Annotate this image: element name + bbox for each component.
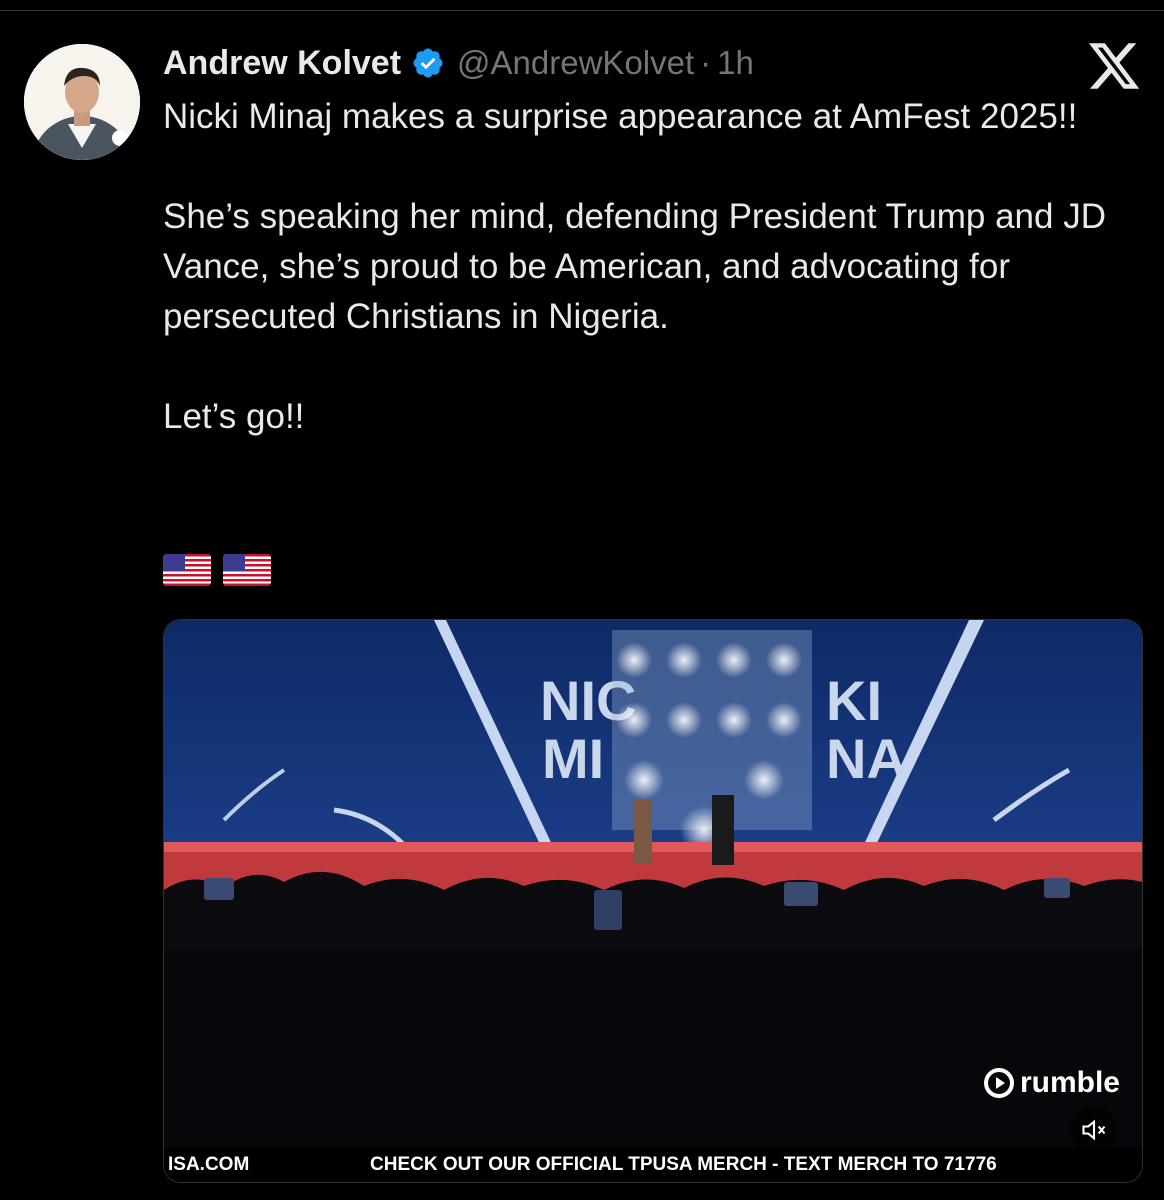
- video-player[interactable]: NIC MI KI NA rumble ISA.COM CHECK OUT OU…: [163, 619, 1143, 1183]
- us-flag-icon: [163, 554, 211, 586]
- us-flag-icon: [223, 554, 271, 586]
- ticker-main-text: CHECK OUT OUR OFFICIAL TPUSA MERCH - TEX…: [370, 1154, 997, 1175]
- x-logo-icon[interactable]: [1086, 38, 1142, 94]
- stage-text-right-2: NA: [826, 727, 907, 790]
- tweet-header: Andrew Kolvet @AndrewKolvet · 1h: [163, 42, 754, 84]
- avatar[interactable]: [24, 44, 140, 160]
- tweet-paragraph-3: Let’s go!!: [163, 397, 305, 436]
- divider: [0, 10, 1164, 11]
- verified-badge-icon: [413, 48, 443, 78]
- flag-emojis: [163, 554, 271, 586]
- ticker-left-text: ISA.COM: [168, 1154, 250, 1175]
- rumble-play-icon: [983, 1068, 1014, 1098]
- stage-text-right-1: KI: [826, 669, 882, 732]
- timestamp[interactable]: 1h: [717, 44, 754, 82]
- tweet-paragraph-1: Nicki Minaj makes a surprise appearance …: [163, 97, 1078, 136]
- tweet-text: Nicki Minaj makes a surprise appearance …: [163, 92, 1123, 442]
- video-ticker: ISA.COM CHECK OUT OUR OFFICIAL TPUSA MER…: [164, 1148, 1142, 1182]
- tweet-paragraph-2: She’s speaking her mind, defending Presi…: [163, 197, 1106, 336]
- rumble-label: rumble: [1019, 1066, 1120, 1099]
- author-handle[interactable]: @AndrewKolvet: [457, 44, 694, 82]
- stage-text-left-2: MI: [542, 727, 604, 790]
- author-name[interactable]: Andrew Kolvet: [163, 44, 401, 83]
- separator: ·: [700, 44, 712, 81]
- rumble-watermark: rumble: [983, 1066, 1120, 1100]
- speaker-muted-icon: [1082, 1119, 1106, 1141]
- mute-button[interactable]: [1070, 1106, 1118, 1154]
